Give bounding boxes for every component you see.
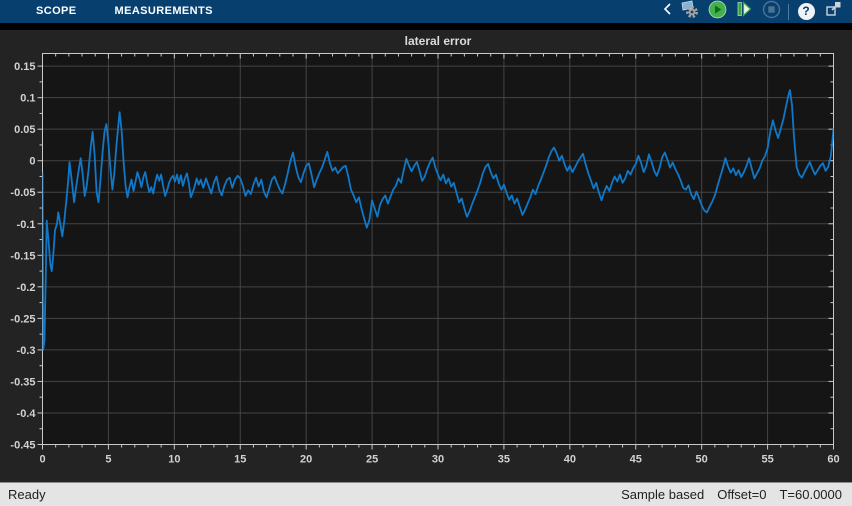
status-ready: Ready (8, 487, 46, 502)
svg-text:-0.3: -0.3 (17, 345, 36, 357)
svg-text:50: 50 (696, 454, 708, 466)
status-right-group: Sample based Offset=0 T=60.0000 (621, 487, 852, 502)
svg-text:55: 55 (761, 454, 773, 466)
svg-text:30: 30 (432, 454, 444, 466)
tab-measurements[interactable]: MEASUREMENTS (115, 0, 213, 23)
popout-icon (824, 0, 843, 23)
svg-text:-0.35: -0.35 (10, 376, 35, 388)
status-bar: Ready Sample based Offset=0 T=60.0000 (0, 482, 852, 506)
svg-text:-0.1: -0.1 (17, 219, 36, 231)
status-offset: Offset=0 (717, 487, 767, 502)
tab-scope[interactable]: SCOPE (36, 0, 77, 23)
figure-area: 0 5 10 15 20 25 30 35 40 45 50 55 60 0.15 0.1 0.05 0 -0.0… (0, 30, 852, 482)
svg-text:60: 60 (827, 454, 839, 466)
svg-text:10: 10 (168, 454, 180, 466)
svg-text:15: 15 (234, 454, 246, 466)
toolstrip: SCOPE MEASUREMENTS ? (0, 0, 852, 23)
collapse-toolstrip-button[interactable] (661, 2, 673, 22)
toolbar-separator (788, 3, 789, 20)
question-icon: ? (797, 3, 815, 20)
toolstrip-divider (0, 23, 852, 30)
svg-text:40: 40 (564, 454, 576, 466)
svg-text:-0.2: -0.2 (17, 282, 36, 294)
svg-text:-0.15: -0.15 (10, 250, 35, 262)
run-button[interactable] (707, 0, 727, 24)
svg-text:-0.45: -0.45 (10, 440, 35, 452)
gear-scope-icon (680, 0, 700, 24)
step-forward-icon (735, 0, 753, 23)
toolbar: ? (661, 0, 852, 24)
svg-text:0: 0 (29, 156, 35, 168)
chevron-left-icon (662, 1, 672, 22)
scope-plot: 0 5 10 15 20 25 30 35 40 45 50 55 60 0.15 0.1 0.05 0 -0.0… (10, 34, 839, 466)
svg-text:25: 25 (366, 454, 378, 466)
svg-text:-0.05: -0.05 (10, 187, 35, 199)
play-icon (708, 0, 727, 24)
svg-text:0: 0 (39, 454, 45, 466)
svg-text:35: 35 (498, 454, 510, 466)
configuration-properties-button[interactable] (680, 0, 700, 24)
svg-text:45: 45 (630, 454, 642, 466)
svg-text:5: 5 (105, 454, 111, 466)
help-button[interactable]: ? (796, 2, 816, 22)
svg-text:-0.25: -0.25 (10, 313, 35, 325)
svg-text:lateral error: lateral error (405, 34, 472, 48)
status-time: T=60.0000 (779, 487, 842, 502)
svg-text:-0.4: -0.4 (17, 408, 37, 420)
step-forward-button[interactable] (734, 0, 754, 23)
status-sample-based: Sample based (621, 487, 705, 502)
svg-text:0.1: 0.1 (20, 93, 35, 105)
svg-text:0.15: 0.15 (14, 61, 35, 73)
stop-button[interactable] (761, 0, 781, 24)
popout-button[interactable] (823, 2, 843, 22)
stop-icon (762, 0, 781, 24)
svg-text:0.05: 0.05 (14, 124, 35, 136)
toolstrip-tabs: SCOPE MEASUREMENTS (0, 0, 213, 23)
svg-text:20: 20 (300, 454, 312, 466)
scope-window: SCOPE MEASUREMENTS ? 0 5 10 15 20 25 30 … (0, 0, 852, 506)
